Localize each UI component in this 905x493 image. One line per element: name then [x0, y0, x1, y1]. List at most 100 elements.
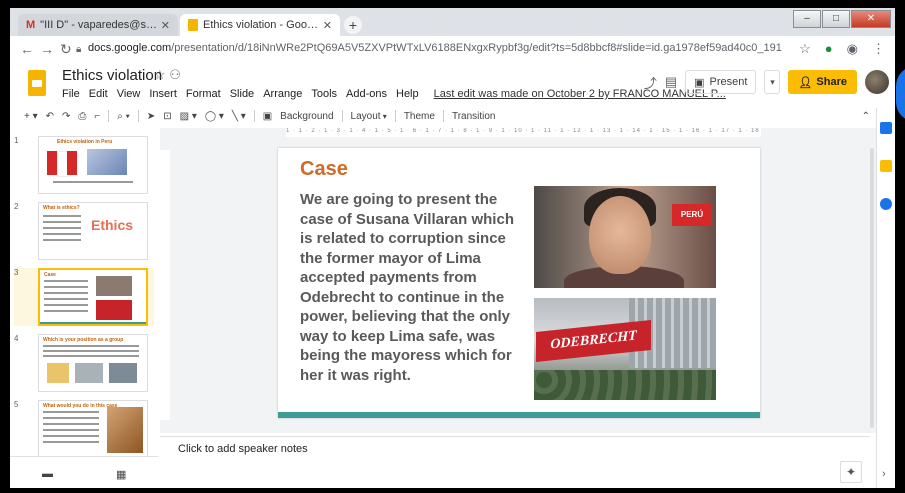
slide-thumbnail[interactable]: Which is your position as a group — [38, 334, 148, 392]
present-icon: ▣ — [694, 76, 705, 89]
slide-number: 3 — [14, 268, 19, 277]
menu-tools[interactable]: Tools — [311, 88, 337, 100]
tab-gmail[interactable]: M "III D" - vaparedes@santamaria.p ✕ — [18, 14, 178, 36]
extension-icon[interactable]: ● — [825, 41, 833, 57]
toolbar: + ▾ ↶ ↷ ⎙ ⌐ ⌕ ▾ ➤ ⊡ ▨ ▾ ◯ ▾ ╲ ▾ ▣ Backgr… — [10, 108, 870, 124]
back-icon[interactable]: ← — [20, 41, 34, 57]
speaker-notes[interactable]: Click to add speaker notes ✦ — [160, 436, 870, 488]
lock-icon: 🔒︎ — [76, 44, 82, 55]
minimize-button[interactable]: – — [793, 10, 821, 28]
reload-icon[interactable]: ↻ — [60, 41, 72, 58]
divider — [442, 110, 444, 122]
close-icon[interactable]: ✕ — [161, 19, 170, 32]
slides-icon — [188, 19, 198, 31]
peru-sign: PERÚ — [672, 204, 712, 226]
thumbnail-title: Ethics violation in Peru — [57, 139, 113, 145]
undo-icon[interactable]: ↶ — [46, 111, 54, 122]
star-icon[interactable]: ☆ ⚇ — [154, 67, 181, 83]
odebrecht-photo[interactable]: ODEBRECHT — [534, 298, 716, 400]
present-button[interactable]: ▣ Present — [685, 70, 757, 94]
shape-icon[interactable]: ◯ ▾ — [205, 111, 224, 122]
print-icon[interactable]: ⎙ — [78, 111, 86, 122]
slide[interactable]: Case We are going to present the case of… — [278, 148, 760, 418]
filmstrip-slide-3[interactable]: 3 Case — [14, 268, 154, 326]
menu-view[interactable]: View — [117, 88, 141, 100]
menu-addons[interactable]: Add-ons — [346, 88, 387, 100]
layout-button[interactable]: Layout ▾ — [351, 111, 387, 122]
layout-label: Layout — [350, 110, 381, 122]
slide-thumbnail[interactable]: What is ethics? Ethics — [38, 202, 148, 260]
comment-icon[interactable]: ▤ — [665, 74, 677, 90]
collapse-icon[interactable]: ⌃ — [862, 111, 870, 122]
person-icon: 👤︎ — [798, 76, 813, 89]
more-icon[interactable]: ⋮ — [872, 41, 885, 57]
keep-icon[interactable] — [880, 160, 892, 172]
document-title[interactable]: Ethics violation — [62, 67, 162, 84]
filmstrip-slide-1[interactable]: 1 Ethics violation in Peru — [14, 136, 154, 194]
slide-body-text[interactable]: We are going to present the case of Susa… — [300, 190, 518, 385]
filmstrip-slide-4[interactable]: 4 Which is your position as a group — [14, 334, 154, 392]
menu-slide[interactable]: Slide — [230, 88, 254, 100]
select-icon[interactable]: ➤ — [147, 111, 155, 122]
url-domain: docs.google.com — [88, 42, 172, 54]
slides-logo-icon[interactable] — [28, 70, 46, 96]
background-button[interactable]: Background — [280, 111, 333, 122]
zoom-icon[interactable]: ⌕ ▾ — [117, 111, 130, 122]
address-bar: ← → ↻ 🔒︎ docs.google.com/presentation/d/… — [10, 36, 895, 65]
menu-edit[interactable]: Edit — [89, 88, 108, 100]
menu-format[interactable]: Format — [186, 88, 221, 100]
side-panel-toggle[interactable] — [896, 66, 905, 122]
tasks-icon[interactable] — [880, 198, 892, 210]
menu-file[interactable]: File — [62, 88, 80, 100]
filmstrip-slide-5[interactable]: 5 What would you do in this case — [14, 400, 154, 458]
line-icon[interactable]: ╲ ▾ — [232, 111, 246, 122]
menu-help[interactable]: Help — [396, 88, 419, 100]
address-bar-icons: ☆ ● ◉ ⋮ — [799, 41, 885, 57]
grid-view-icon[interactable]: ▦ — [116, 468, 126, 481]
filmstrip-slide-2[interactable]: 2 What is ethics? Ethics — [14, 202, 154, 260]
divider — [394, 110, 396, 122]
expand-panel-icon[interactable]: › — [882, 468, 886, 480]
profile-icon[interactable]: ◉ — [847, 41, 858, 57]
textbox-icon[interactable]: ⊡ — [163, 111, 171, 122]
calendar-icon[interactable] — [880, 122, 892, 134]
slide-accent-bar — [278, 412, 760, 418]
tab-slides[interactable]: Ethics violation - Google Slides ✕ — [180, 14, 340, 36]
theme-button[interactable]: Theme — [404, 111, 435, 122]
avatar[interactable] — [865, 70, 889, 94]
present-dropdown[interactable]: ▾ — [764, 70, 781, 94]
comment-add-icon[interactable]: ▣ — [263, 111, 272, 122]
slide-number: 1 — [14, 136, 19, 145]
slide-thumbnail[interactable]: Case — [38, 268, 148, 326]
menu-arrange[interactable]: Arrange — [263, 88, 302, 100]
new-tab-button[interactable]: + — [344, 16, 362, 34]
paint-format-icon[interactable]: ⌐ — [94, 111, 100, 122]
maximize-button[interactable]: □ — [822, 10, 850, 28]
slide-thumbnail[interactable]: Ethics violation in Peru — [38, 136, 148, 194]
image-icon[interactable]: ▨ ▾ — [180, 111, 197, 122]
forward-icon[interactable]: → — [40, 41, 54, 57]
divider — [253, 110, 255, 122]
slide-number: 4 — [14, 334, 19, 343]
new-slide-icon[interactable]: + ▾ — [24, 111, 38, 122]
close-icon[interactable]: ✕ — [323, 19, 332, 32]
url-field[interactable]: docs.google.com/presentation/d/18iNnWRe2… — [88, 42, 782, 54]
share-button[interactable]: 👤︎ Share — [788, 70, 857, 94]
redo-icon[interactable]: ↷ — [62, 111, 70, 122]
transition-button[interactable]: Transition — [452, 111, 496, 122]
filmstrip-footer: ▬ ▦ — [10, 456, 158, 488]
slide-thumbnail[interactable]: What would you do in this case — [38, 400, 148, 458]
activity-icon[interactable]: ⤴ — [644, 73, 657, 92]
vertical-scrollbar[interactable] — [870, 148, 874, 428]
window-close-button[interactable]: ✕ — [851, 10, 891, 28]
menu-bar: File Edit View Insert Format Slide Arran… — [62, 88, 726, 100]
bookmark-star-icon[interactable]: ☆ — [799, 41, 811, 57]
slide-title[interactable]: Case — [300, 158, 348, 181]
menu-insert[interactable]: Insert — [149, 88, 177, 100]
header-actions: ⤴ ▤ ▣ Present ▾ 👤︎ Share — [644, 70, 889, 94]
filmstrip-view-icon[interactable]: ▬ — [42, 468, 53, 480]
explore-icon[interactable]: ✦ — [840, 461, 862, 483]
villaran-photo[interactable]: PERÚ — [534, 186, 716, 288]
present-label: Present — [709, 76, 748, 88]
speaker-notes-placeholder[interactable]: Click to add speaker notes — [178, 443, 308, 455]
